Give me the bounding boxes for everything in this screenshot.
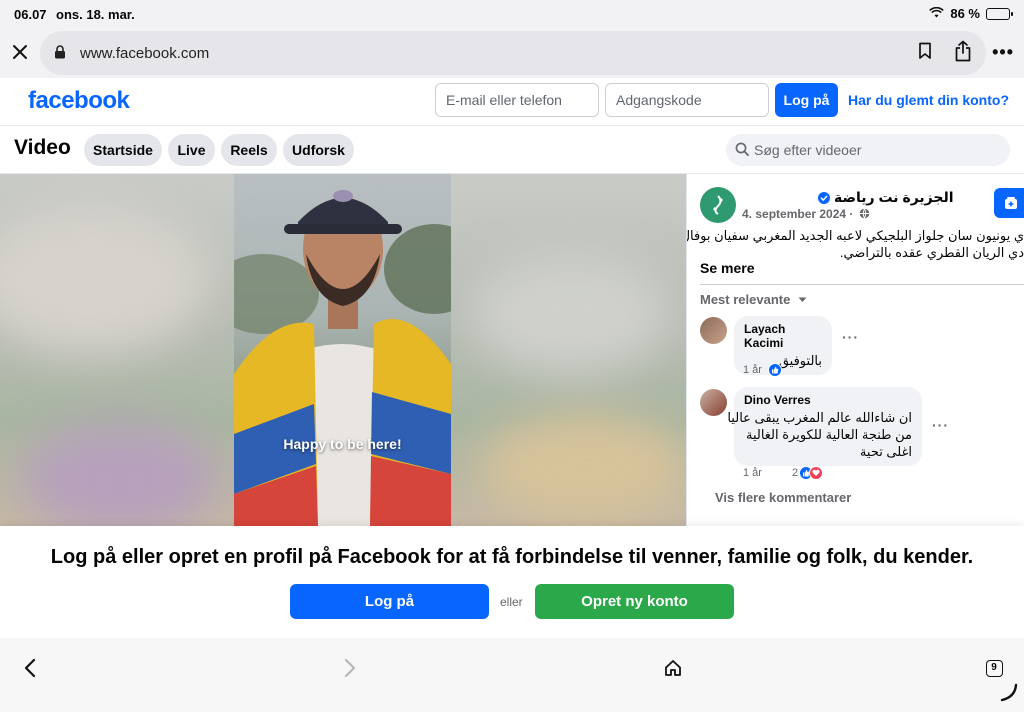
video-frame[interactable]: Happy to be here! <box>234 174 451 526</box>
lock-icon <box>54 45 66 64</box>
tab-reels[interactable]: Reels <box>221 134 277 166</box>
page-avatar[interactable] <box>700 187 736 223</box>
chevron-down-icon <box>798 297 807 302</box>
status-time: 06.07 <box>14 7 47 22</box>
video-still <box>234 190 451 526</box>
divider <box>700 284 1024 285</box>
forgot-account-link[interactable]: Har du glemt din konto? <box>848 92 1009 108</box>
facebook-logo[interactable]: facebook <box>28 87 130 115</box>
blurred-background-blob <box>20 424 220 526</box>
facebook-header: facebook E-mail eller telefon Adgangskod… <box>0 78 1024 126</box>
tab-startside[interactable]: Startside <box>84 134 162 166</box>
comment-meta: 1 år <box>743 363 782 377</box>
comment-text-line: ان شاءالله عالم المغرب يبقى عاليا <box>727 410 912 425</box>
globe-icon <box>859 208 870 220</box>
url-text: www.facebook.com <box>80 45 210 62</box>
tab-live[interactable]: Live <box>168 134 215 166</box>
comment-bubble: Dino Verres ان شاءالله عالم المغرب يبقى … <box>727 387 922 466</box>
wifi-icon <box>929 6 945 21</box>
like-reaction-icon <box>767 363 782 377</box>
reaction-summary[interactable]: 2 <box>791 466 824 480</box>
post-text: ي يونيون سان جلواز البلجيكي لاعبه الجديد… <box>686 227 1024 261</box>
create-account-button[interactable]: Opret ny konto <box>535 584 734 619</box>
follow-button[interactable] <box>994 188 1024 218</box>
reaction-count: 2 <box>791 467 799 479</box>
back-icon[interactable] <box>16 654 44 682</box>
more-comments-link[interactable]: Vis flere kommentarer <box>715 490 851 505</box>
comment-text-line: اغلى تحية <box>859 444 912 459</box>
home-icon[interactable] <box>659 654 687 682</box>
commenter-name[interactable]: Layach Kacimi <box>744 322 822 350</box>
video-player-area[interactable]: Happy to be here! <box>0 174 686 526</box>
forward-icon[interactable] <box>336 654 364 682</box>
comment-sort-dropdown[interactable]: Mest relevante <box>700 292 807 307</box>
post-date: 4. september 2024 · <box>742 207 870 221</box>
browser-bar: www.facebook.com ••• <box>0 28 1024 78</box>
comment-options-icon[interactable]: ··· <box>932 417 949 433</box>
tabs-button[interactable]: 9 <box>980 654 1008 682</box>
aljazeera-logo-icon <box>713 195 723 215</box>
post-text-line: دي الريان القطري عقده بالتراضي. <box>839 245 1024 260</box>
tab-udforsk[interactable]: Udforsk <box>283 134 354 166</box>
commenter-avatar[interactable] <box>700 317 727 344</box>
comment-text: ان شاءالله عالم المغرب يبقى عاليا من طنج… <box>727 409 912 460</box>
login-button[interactable]: Log på <box>290 584 489 619</box>
comment-meta: 1 år 2 <box>743 466 824 480</box>
or-separator: eller <box>500 595 523 609</box>
comment-options-icon[interactable]: ··· <box>842 329 859 345</box>
post-panel: الجزيرة نت رياضة 4. september 2024 · ي ي… <box>686 174 1024 526</box>
login-prompt-message: Log på eller opret en profil på Facebook… <box>50 546 974 568</box>
share-icon[interactable] <box>954 40 972 67</box>
comment-text-line: من طنجة العالية للكويرة الغالية <box>745 427 912 442</box>
battery-percent: 86 % <box>950 6 980 21</box>
blurred-background-blob <box>470 254 670 374</box>
blurred-background-blob <box>480 414 686 524</box>
page-name[interactable]: الجزيرة نت رياضة <box>834 189 954 206</box>
commenter-avatar[interactable] <box>700 389 727 416</box>
browser-toolbar: 9 <box>0 638 1024 712</box>
commenter-name[interactable]: Dino Verres <box>744 393 912 407</box>
comment-age[interactable]: 1 år <box>743 467 762 479</box>
status-right: 86 % <box>929 6 1013 21</box>
video-nav: Video Startside Live Reels Udforsk Søg e… <box>0 126 1024 174</box>
battery-icon <box>986 7 1013 20</box>
post-date-text: 4. september 2024 · <box>742 207 854 221</box>
more-options-icon[interactable]: ••• <box>992 42 1014 63</box>
close-icon[interactable] <box>8 40 32 64</box>
sort-label: Mest relevante <box>700 292 791 307</box>
add-page-icon <box>1005 197 1017 209</box>
status-bar: 06.07 ons. 18. mar. 86 % <box>0 0 1024 28</box>
comment-age[interactable]: 1 år <box>743 364 762 376</box>
scribble-icon <box>998 681 1020 708</box>
email-field[interactable]: E-mail eller telefon <box>435 83 599 117</box>
post-text-line: ي يونيون سان جلواز البلجيكي لاعبه الجديد… <box>686 228 1024 243</box>
video-caption: Happy to be here! <box>283 436 402 452</box>
blurred-background <box>0 204 210 354</box>
search-icon <box>735 142 749 161</box>
login-banner: Log på eller opret en profil på Facebook… <box>0 526 1024 638</box>
password-field[interactable]: Adgangskode <box>605 83 769 117</box>
tab-count: 9 <box>985 659 1003 677</box>
search-placeholder: Søg efter videoer <box>754 142 862 158</box>
page-title: Video <box>14 136 71 159</box>
status-date: ons. 18. mar. <box>56 7 135 22</box>
love-reaction-icon <box>809 466 824 480</box>
address-bar[interactable]: www.facebook.com <box>40 31 986 75</box>
header-login-button[interactable]: Log på <box>775 83 838 117</box>
search-input[interactable]: Søg efter videoer <box>726 134 1010 166</box>
see-more-link[interactable]: Se mere <box>700 260 754 276</box>
bookmark-icon[interactable] <box>918 42 932 65</box>
